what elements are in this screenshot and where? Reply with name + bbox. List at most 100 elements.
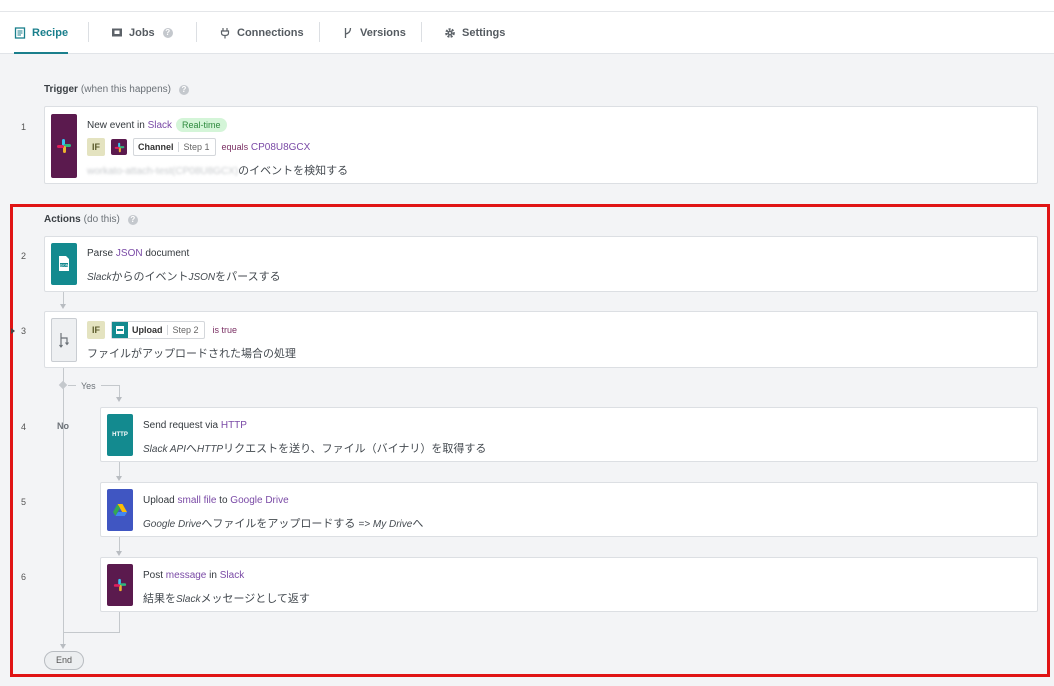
- yes-label: Yes: [81, 381, 96, 391]
- slack-icon: [51, 114, 77, 178]
- step-number: 6: [21, 572, 27, 582]
- app-name: Slack: [219, 570, 245, 581]
- step-number: 3: [21, 326, 27, 336]
- tab-connections-label: Connections: [237, 27, 304, 39]
- desc-text: からのイベント: [111, 271, 189, 283]
- desc-text: へ: [412, 518, 424, 530]
- branch-icon: [344, 27, 352, 38]
- step-card-slack-post[interactable]: Post message in Slack 結果をSlackメッセージとして返す: [100, 557, 1038, 612]
- title-keyword: message: [165, 570, 207, 581]
- connector-line: [68, 385, 76, 386]
- http-icon-text: HTTP: [112, 432, 128, 438]
- step-number: 1: [21, 122, 27, 132]
- desc-text: のイベントを検知する: [238, 165, 349, 177]
- arrow-down-icon: [116, 476, 122, 481]
- desc-text: へファイルをアップロードする: [201, 518, 356, 530]
- if-tag: IF: [87, 321, 105, 339]
- step-card-http[interactable]: HTTP Send request via HTTP Slack APIへHTT…: [100, 407, 1038, 462]
- if-tag: IF: [87, 138, 105, 156]
- json-document-icon: JSON: [51, 243, 77, 285]
- step-description: Slack APIへHTTPリクエストを送り、ファイル（バイナリ）を取得する: [143, 440, 486, 456]
- step-card-parse-json[interactable]: JSON Parse JSON document SlackからのイベントJSO…: [44, 236, 1038, 292]
- step-title-row: Parse JSON document: [87, 248, 189, 259]
- tab-settings-label: Settings: [462, 27, 506, 39]
- plug-icon: [220, 28, 230, 39]
- no-label: No: [57, 421, 69, 431]
- blurred-text: workato-attach-test(CP08U8GCX): [87, 166, 239, 177]
- step-title-row: Post message in Slack: [143, 570, 244, 581]
- step-description: 結果をSlackメッセージとして返す: [143, 590, 310, 606]
- trigger-subtitle: (when this happens): [80, 84, 171, 95]
- trigger-text: New event in: [87, 119, 145, 131]
- help-icon[interactable]: ?: [178, 84, 189, 95]
- actions-section-label: Actions (do this) ?: [44, 214, 138, 225]
- pill-step: Step 1: [183, 142, 210, 152]
- tab-divider: [421, 22, 422, 42]
- title-text: document: [145, 248, 190, 259]
- pill-step: Step 2: [172, 325, 199, 335]
- desc-italic: => My Drive: [358, 519, 413, 530]
- step-description: Google Driveへファイルをアップロードする => My Driveへ: [143, 515, 423, 531]
- app-name: HTTP: [220, 420, 247, 431]
- tab-versions[interactable]: Versions: [342, 12, 406, 54]
- tab-recipe-label: Recipe: [32, 27, 69, 39]
- step-title-row: Send request via HTTP: [143, 420, 247, 431]
- tab-divider: [319, 22, 320, 42]
- tab-connections[interactable]: Connections: [219, 12, 304, 54]
- connector-line: [119, 462, 120, 476]
- tab-jobs[interactable]: Jobs ?: [111, 12, 173, 54]
- desc-italic: Slack API: [143, 444, 186, 455]
- step-title-row: Upload small file to Google Drive: [143, 495, 289, 506]
- actions-title: Actions: [44, 214, 81, 225]
- merge-line: [63, 632, 120, 633]
- step-number: 4: [21, 422, 27, 432]
- datapill-upload[interactable]: Upload Step 2: [111, 321, 205, 339]
- json-icon-text: JSON: [59, 263, 69, 267]
- step-description: SlackからのイベントJSONをパースする: [87, 268, 281, 284]
- connector-line: [101, 385, 120, 386]
- condition-operator: equals: [221, 142, 249, 152]
- pill-name: Upload: [132, 325, 168, 335]
- collapse-caret-icon[interactable]: [11, 328, 15, 334]
- step-card-google-drive[interactable]: Upload small file to Google Drive Google…: [100, 482, 1038, 537]
- step-description: ファイルがアップロードされた場合の処理: [87, 345, 296, 361]
- app-name: Google Drive: [230, 495, 289, 506]
- title-text: Parse: [87, 248, 114, 259]
- tab-jobs-label: Jobs: [129, 27, 155, 39]
- step-number: 2: [21, 251, 27, 261]
- tab-versions-label: Versions: [360, 27, 406, 39]
- connector-line: [119, 612, 120, 632]
- desc-text: をパースする: [215, 271, 281, 283]
- trigger-condition-row: IF Channel Step 1 equals CP08U8GCX: [87, 138, 310, 156]
- arrow-down-icon: [60, 304, 66, 309]
- desc-italic: Slack: [87, 272, 112, 283]
- no-branch-line: [63, 368, 64, 632]
- gear-icon: [445, 28, 455, 38]
- desc-italic: JSON: [188, 272, 216, 283]
- tab-settings[interactable]: Settings: [444, 12, 505, 54]
- title-text: in: [209, 570, 217, 581]
- datapill-channel[interactable]: Channel Step 1: [133, 138, 216, 156]
- step-card-trigger[interactable]: New event in Slack Real-time IF Channel …: [44, 106, 1038, 184]
- tab-recipe[interactable]: Recipe: [14, 12, 69, 54]
- help-icon[interactable]: ?: [162, 28, 173, 38]
- title-text: to: [219, 495, 228, 506]
- title-text: Send request via: [143, 420, 219, 431]
- trigger-title-row: New event in Slack Real-time: [87, 118, 227, 132]
- connector-line: [119, 537, 120, 551]
- help-icon[interactable]: ?: [127, 214, 138, 225]
- desc-text: メッセージとして返す: [200, 593, 310, 605]
- desc-italic: Slack: [176, 594, 201, 605]
- app-name: Slack: [147, 119, 173, 131]
- document-icon: [14, 27, 26, 39]
- connector-line: [63, 632, 64, 644]
- end-button[interactable]: End: [44, 651, 84, 670]
- tab-divider: [196, 22, 197, 42]
- condition-branch-icon: [51, 318, 77, 362]
- pill-name: Channel: [134, 142, 179, 152]
- step-card-condition[interactable]: IF Upload Step 2 is true ファイルがアップロードされた場…: [44, 311, 1038, 368]
- tab-bar: Recipe Jobs ? Connections Versions Setti…: [0, 12, 1054, 54]
- desc-text: へ: [185, 443, 197, 455]
- desc-text: リクエストを送り、ファイル（バイナリ）を取得する: [223, 443, 487, 455]
- trigger-title: Trigger: [44, 84, 78, 95]
